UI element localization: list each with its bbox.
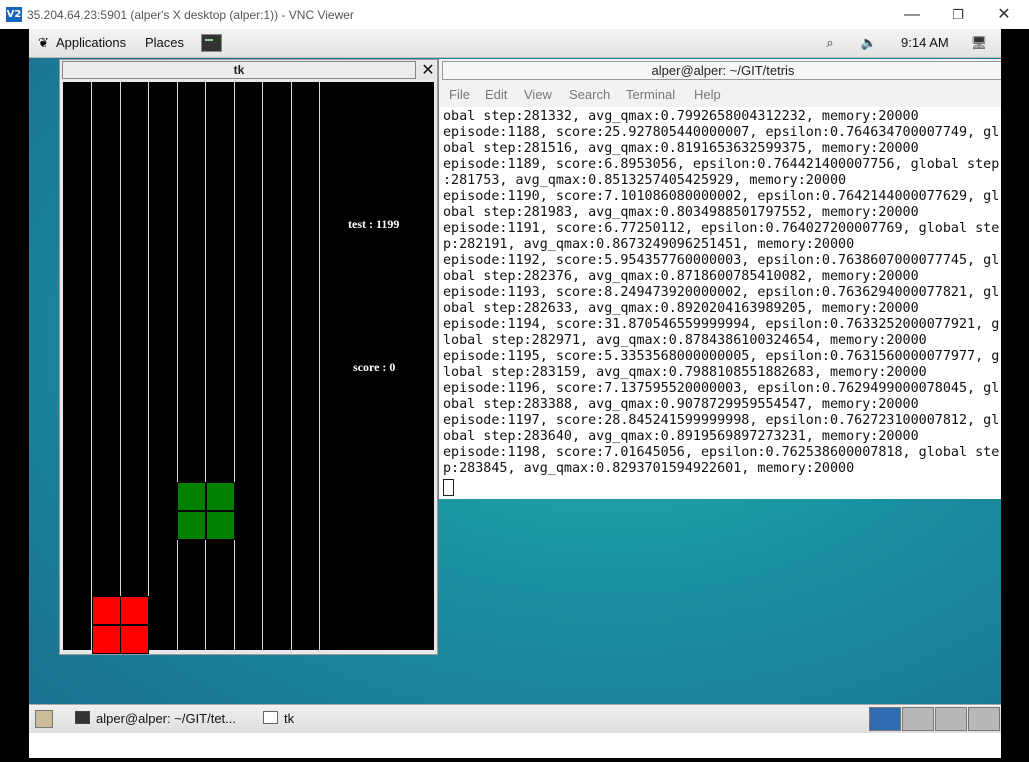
terminal-line: :281753, avg_qmax:0.8513257405425929, me… (443, 173, 847, 188)
tk-titlebar[interactable]: tk ✕ (60, 60, 437, 80)
board-column-line (205, 82, 206, 650)
tk-window: tk ✕ test : 1199 score : 0 (59, 59, 438, 655)
taskbar-item-label: tk (284, 711, 295, 726)
network-icon[interactable]: ⌕ (821, 35, 839, 51)
terminal-line: episode:1189, score:6.8953056, epsilon:0… (443, 157, 1000, 172)
terminal-output[interactable]: obal step:281332, avg_qmax:0.79926580043… (440, 107, 1001, 499)
workspace-2[interactable] (902, 707, 934, 731)
clock[interactable]: 9:14 AM (901, 35, 949, 50)
board-column-line (262, 82, 263, 650)
board-column-line (148, 82, 149, 650)
vnc-frame-right (1001, 29, 1029, 762)
workspace-switcher[interactable] (869, 707, 1001, 731)
terminal-cursor (443, 479, 454, 496)
terminal-title[interactable]: alper@alper: ~/GIT/tetris (442, 61, 1001, 80)
top-panel: ❦ Applications Places ⌕ 🔈 9:14 AM 🖥 (29, 29, 1001, 58)
terminal-line: obal step:283388, avg_qmax:0.90787299595… (443, 397, 919, 412)
board-column-line (91, 82, 92, 650)
remote-desktop: ❦ Applications Places ⌕ 🔈 9:14 AM 🖥 tk ✕… (29, 29, 1001, 733)
red-block (92, 625, 121, 654)
tk-window-title: tk (62, 61, 416, 79)
menu-view[interactable]: View (524, 87, 552, 102)
green-block (206, 482, 235, 511)
test-counter: test : 1199 (348, 217, 400, 231)
bottom-taskbar: alper@alper: ~/GIT/tet... tk (29, 704, 1001, 733)
green-block (177, 482, 206, 511)
terminal-line: obal step:281983, avg_qmax:0.80349885017… (443, 205, 919, 220)
taskbar-item-tk[interactable]: tk (263, 708, 294, 730)
terminal-menubar: File Edit View Search Terminal Help (439, 83, 1001, 105)
terminal-line: obal step:282633, avg_qmax:0.89202041639… (443, 301, 919, 316)
red-block (120, 625, 149, 654)
workspace-1[interactable] (869, 707, 901, 731)
green-block (206, 511, 235, 540)
terminal-line: episode:1192, score:5.954357760000003, e… (443, 253, 1000, 268)
menu-edit[interactable]: Edit (485, 87, 507, 102)
terminal-line: episode:1188, score:25.927805440000007, … (443, 125, 1000, 140)
terminal-line: episode:1198, score:7.01645056, epsilon:… (443, 445, 1000, 460)
terminal-line: obal step:283640, avg_qmax:0.89195698972… (443, 429, 919, 444)
places-menu[interactable]: Places (145, 35, 184, 50)
menu-help[interactable]: Help (694, 87, 721, 102)
terminal-line: p:282191, avg_qmax:0.8673249096251451, m… (443, 237, 855, 252)
board-column-line (120, 82, 121, 650)
terminal-line: episode:1195, score:5.3353568000000005, … (443, 349, 1000, 364)
terminal-line: lobal step:283159, avg_qmax:0.7988108551… (443, 365, 927, 380)
terminal-line: obal step:281516, avg_qmax:0.81916536325… (443, 141, 919, 156)
terminal-line: obal step:281332, avg_qmax:0.79926580043… (443, 109, 919, 124)
window-icon (263, 711, 278, 724)
terminal-line: obal step:282376, avg_qmax:0.87186007854… (443, 269, 919, 284)
terminal-launcher-icon[interactable] (201, 34, 222, 52)
applications-menu[interactable]: Applications (56, 35, 126, 50)
red-block (120, 596, 149, 625)
terminal-line: episode:1191, score:6.77250112, epsilon:… (443, 221, 1000, 236)
gnome-foot-icon[interactable]: ❦ (38, 36, 52, 50)
red-block (92, 596, 121, 625)
restore-button[interactable]: ❐ (943, 4, 973, 26)
workspace-3[interactable] (935, 707, 967, 731)
taskbar-item-label: alper@alper: ~/GIT/tet... (96, 711, 237, 726)
menu-terminal[interactable]: Terminal (626, 87, 675, 102)
show-desktop-icon[interactable] (35, 710, 53, 728)
vnc-frame-left (0, 29, 29, 762)
terminal-line: episode:1196, score:7.137595520000003, e… (443, 381, 1000, 396)
terminal-line: episode:1197, score:28.845241599999998, … (443, 413, 1000, 428)
terminal-line: episode:1194, score:31.870546559999994, … (443, 317, 1000, 332)
board-column-line (234, 82, 235, 650)
board-column-line (319, 82, 320, 650)
green-block (177, 511, 206, 540)
tk-close-button[interactable]: ✕ (419, 60, 437, 80)
monitor-icon[interactable]: 🖥 (970, 35, 988, 51)
vnc-window-title: 35.204.64.23:5901 (alper's X desktop (al… (27, 8, 354, 22)
workspace-4[interactable] (968, 707, 1000, 731)
volume-icon[interactable]: 🔈 (860, 35, 878, 51)
board-column-line (291, 82, 292, 650)
minimize-button[interactable]: — (897, 4, 927, 26)
menu-search[interactable]: Search (569, 87, 610, 102)
terminal-icon (75, 711, 90, 724)
taskbar-item-terminal[interactable]: alper@alper: ~/GIT/tet... (75, 708, 236, 730)
terminal-line: lobal step:282971, avg_qmax:0.8784386100… (443, 333, 927, 348)
vnc-titlebar: V2 35.204.64.23:5901 (alper's X desktop … (0, 0, 1029, 29)
terminal-line: episode:1190, score:7.101086080000002, e… (443, 189, 1000, 204)
close-button[interactable]: ✕ (989, 4, 1019, 26)
board-column-line (177, 82, 178, 650)
terminal-line: p:283845, avg_qmax:0.8293701594922601, m… (443, 461, 855, 476)
terminal-window: alper@alper: ~/GIT/tetris File Edit View… (438, 59, 1001, 499)
terminal-line: episode:1193, score:8.249473920000002, e… (443, 285, 1000, 300)
vnc-frame-bottom (0, 758, 1029, 762)
tetris-board[interactable]: test : 1199 score : 0 (63, 82, 434, 654)
vnc-logo-icon: V2 (6, 7, 22, 22)
score-label: score : 0 (353, 360, 396, 374)
menu-file[interactable]: File (449, 87, 470, 102)
